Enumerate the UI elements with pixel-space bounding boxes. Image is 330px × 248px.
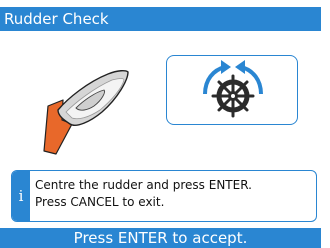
footer-bar[interactable]: Press ENTER to accept. [0,228,321,248]
boat-with-rudder-icon [38,54,130,156]
helm-wheel-rotate-icon [203,60,263,118]
content-area: i Centre the rudder and press ENTER. Pre… [0,31,321,222]
title-bar: Rudder Check [0,7,321,31]
page-title: Rudder Check [4,10,109,28]
info-message: Centre the rudder and press ENTER. Press… [35,177,313,211]
info-line-2: Press CANCEL to exit. [35,195,165,209]
info-line-1: Centre the rudder and press ENTER. [35,178,252,192]
footer-prompt: Press ENTER to accept. [73,229,248,247]
rudder-check-screen: Rudder Check i Centre the rudder and pre… [0,0,321,248]
helm-panel [166,55,298,125]
info-message-box: i Centre the rudder and press ENTER. Pre… [11,170,317,222]
info-icon: i [12,171,30,221]
side-reference-code [321,172,330,242]
